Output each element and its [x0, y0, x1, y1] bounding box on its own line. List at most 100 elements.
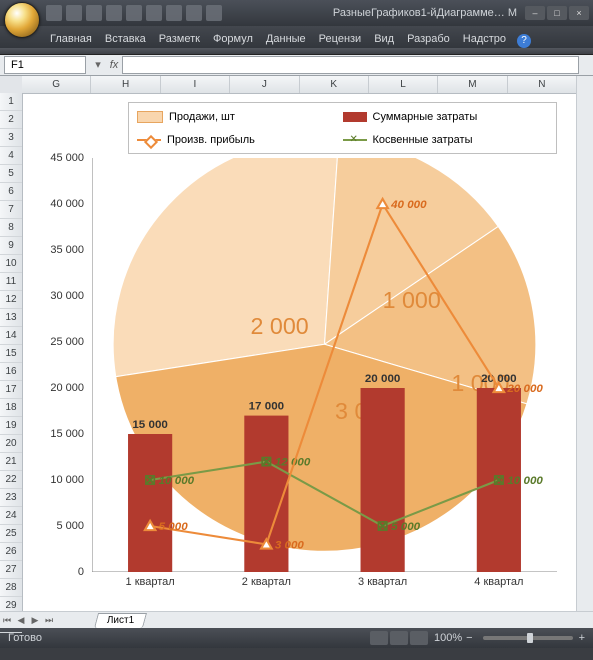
status-bar: Готово 100% − +	[0, 628, 593, 648]
row-header[interactable]: 15	[0, 345, 22, 363]
row-header[interactable]: 12	[0, 291, 22, 309]
formula-input[interactable]	[122, 56, 579, 74]
row-header[interactable]: 9	[0, 237, 22, 255]
name-box[interactable]: F1	[4, 56, 86, 74]
row-header[interactable]: 10	[0, 255, 22, 273]
row-header[interactable]: 22	[0, 471, 22, 489]
legend-label: Произв. прибыль	[167, 134, 255, 146]
legend-entry-profit[interactable]: Произв. прибыль	[137, 134, 343, 146]
row-header[interactable]: 4	[0, 147, 22, 165]
row-header[interactable]: 8	[0, 219, 22, 237]
row-header[interactable]: 20	[0, 435, 22, 453]
select-all-button[interactable]	[0, 76, 23, 94]
col-header[interactable]: L	[369, 76, 438, 93]
row-header[interactable]: 16	[0, 363, 22, 381]
row-header[interactable]: 24	[0, 507, 22, 525]
tab-addins[interactable]: Надстро	[457, 30, 512, 48]
tab-layout[interactable]: Разметк	[153, 30, 206, 48]
col-header[interactable]: N	[508, 76, 577, 93]
svg-text:5 000: 5 000	[159, 521, 189, 533]
row-header[interactable]: 25	[0, 525, 22, 543]
tab-data[interactable]: Данные	[260, 30, 312, 48]
embedded-chart[interactable]: Продажи, шт Суммарные затраты Произв. пр…	[32, 102, 567, 602]
svg-text:17 000: 17 000	[249, 400, 285, 412]
x-tick: 4 квартал	[441, 576, 557, 592]
quick-access-toolbar	[46, 5, 222, 21]
x-tick: 3 квартал	[325, 576, 441, 592]
row-header[interactable]: 19	[0, 417, 22, 435]
legend-entry-indirect-costs[interactable]: ✕ Косвенные затраты	[343, 134, 549, 146]
zoom-out-button[interactable]: −	[466, 632, 472, 644]
qat-filter-icon[interactable]	[186, 5, 202, 21]
tab-insert[interactable]: Вставка	[99, 30, 152, 48]
maximize-button[interactable]: □	[547, 6, 567, 20]
zoom-thumb[interactable]	[527, 633, 533, 643]
qat-print-icon[interactable]	[106, 5, 122, 21]
qat-sort-icon[interactable]	[166, 5, 182, 21]
col-header[interactable]: H	[91, 76, 160, 93]
col-header[interactable]: I	[161, 76, 230, 93]
zoom-in-button[interactable]: +	[579, 632, 585, 644]
chart-svg: 2 0001 0001 0003 00015 00017 00020 00020…	[92, 158, 557, 572]
office-orb-button[interactable]	[4, 2, 40, 38]
row-header[interactable]: 2	[0, 111, 22, 129]
qat-save-icon[interactable]	[46, 5, 62, 21]
row-header[interactable]: 27	[0, 561, 22, 579]
fx-button[interactable]: fx	[106, 57, 122, 73]
view-layout-icon[interactable]	[390, 631, 408, 645]
close-button[interactable]: ×	[569, 6, 589, 20]
ribbon-strip	[0, 48, 593, 55]
y-axis: 05 00010 00015 00020 00025 00030 00035 0…	[32, 158, 90, 572]
legend-entry-sales[interactable]: Продажи, шт	[137, 111, 343, 123]
zoom-slider[interactable]	[483, 636, 573, 640]
row-header[interactable]: 23	[0, 489, 22, 507]
tab-view[interactable]: Вид	[368, 30, 400, 48]
tab-nav-next-icon[interactable]: ▶	[28, 613, 42, 627]
row-header[interactable]: 11	[0, 273, 22, 291]
minimize-button[interactable]: –	[525, 6, 545, 20]
col-header[interactable]: K	[300, 76, 369, 93]
name-box-dropdown-icon[interactable]: ▾	[90, 57, 106, 73]
tab-review[interactable]: Рецензи	[313, 30, 368, 48]
view-pagebreak-icon[interactable]	[410, 631, 428, 645]
row-header[interactable]: 21	[0, 453, 22, 471]
svg-text:40 000: 40 000	[390, 199, 427, 211]
vertical-scrollbar[interactable]	[576, 76, 593, 612]
qat-undo-icon[interactable]	[66, 5, 82, 21]
row-header[interactable]: 6	[0, 183, 22, 201]
y-tick: 40 000	[50, 198, 84, 210]
row-header[interactable]: 17	[0, 381, 22, 399]
legend-label: Косвенные затраты	[373, 134, 473, 146]
row-header[interactable]: 28	[0, 579, 22, 597]
chart-legend[interactable]: Продажи, шт Суммарные затраты Произв. пр…	[128, 102, 557, 154]
qat-preview-icon[interactable]	[146, 5, 162, 21]
tab-home[interactable]: Главная	[44, 30, 98, 48]
x-axis: 1 квартал 2 квартал 3 квартал 4 квартал	[92, 576, 557, 592]
tab-nav-first-icon[interactable]: ⏮	[0, 613, 14, 627]
y-tick: 0	[78, 566, 84, 578]
tab-nav-prev-icon[interactable]: ◀	[14, 613, 28, 627]
tab-developer[interactable]: Разрабо	[401, 30, 456, 48]
qat-more-icon[interactable]	[206, 5, 222, 21]
row-header[interactable]: 14	[0, 327, 22, 345]
qat-quickprint-icon[interactable]	[126, 5, 142, 21]
row-header[interactable]: 3	[0, 129, 22, 147]
row-header[interactable]: 5	[0, 165, 22, 183]
legend-entry-total-costs[interactable]: Суммарные затраты	[343, 111, 549, 123]
col-header[interactable]: J	[230, 76, 299, 93]
row-header[interactable]: 1	[0, 93, 22, 111]
tab-nav-last-icon[interactable]: ⏭	[42, 613, 56, 627]
row-header[interactable]: 7	[0, 201, 22, 219]
help-icon[interactable]: ?	[517, 34, 531, 48]
col-header[interactable]: M	[438, 76, 507, 93]
sheet-tab[interactable]: Лист1	[94, 613, 147, 628]
qat-redo-icon[interactable]	[86, 5, 102, 21]
view-normal-icon[interactable]	[370, 631, 388, 645]
row-header[interactable]: 18	[0, 399, 22, 417]
col-header[interactable]: G	[22, 76, 91, 93]
window-title: РазныеГрафиков1-йДиаграмме… M	[333, 7, 517, 19]
row-header[interactable]: 26	[0, 543, 22, 561]
row-header[interactable]: 13	[0, 309, 22, 327]
plot-area[interactable]: 2 0001 0001 0003 00015 00017 00020 00020…	[92, 158, 557, 572]
tab-formulas[interactable]: Формул	[207, 30, 259, 48]
